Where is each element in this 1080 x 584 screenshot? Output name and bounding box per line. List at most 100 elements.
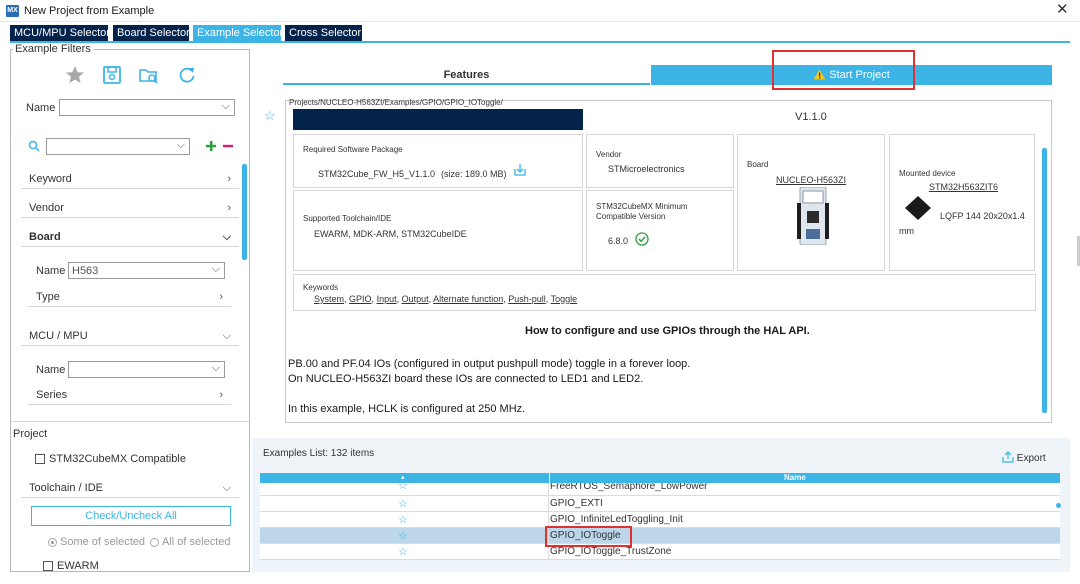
chevron-right-icon: › [227,173,231,185]
board-name-label: Name [36,265,66,277]
title-bar [0,0,1080,22]
all-selected-label: All of selected [162,536,231,548]
highlight-box-row [545,526,632,547]
board-banner [293,109,583,130]
app-logo-icon: MX [6,5,19,17]
favorite-star-icon[interactable] [64,64,86,86]
favorite-star-icon[interactable]: ☆ [398,483,408,492]
example-path: Projects/NUCLEO-H563ZI/Examples/GPIO/GPI… [289,98,503,107]
keyword-link[interactable]: Toggle [551,294,578,304]
filters-scrollbar[interactable] [242,164,247,260]
section-toolchain[interactable]: Toolchain / IDE ⌵ [21,478,239,498]
compatible-checkbox[interactable] [35,454,45,464]
table-row[interactable]: ☆ GPIO_EXTI [260,496,1060,512]
tab-features[interactable]: Features [283,66,650,85]
toolchain-cell: Supported Toolchain/IDE EWARM, MDK-ARM, … [293,190,583,271]
check-circle-icon [635,232,649,246]
description-line-3: In this example, HCLK is configured at 2… [288,403,526,415]
column-divider [549,473,550,483]
search-combobox[interactable]: ⌵ [46,138,190,155]
chevron-down-icon: ⌵ [221,100,230,112]
keyword-link[interactable]: Input [377,294,397,304]
keyword-link[interactable]: Push-pull [508,294,546,304]
version-label: V1.1.0 [795,111,827,123]
all-selected-radio[interactable] [150,538,159,547]
chevron-right-icon: › [227,202,231,214]
table-row[interactable]: ☆ GPIO_IOToggle_TrustZone [260,544,1060,560]
keywords-cell: Keywords System, GPIO, Input, Output, Al… [293,274,1036,311]
board-link[interactable]: NUCLEO-H563ZI [776,175,846,185]
add-filter-icon[interactable] [205,140,217,152]
favorite-star-icon[interactable]: ☆ [398,545,408,558]
chevron-down-icon: ⌵ [222,330,231,342]
table-row-selected[interactable]: ☆ GPIO_IOToggle [260,528,1060,544]
favorite-star-icon[interactable]: ☆ [398,497,408,510]
board-type-row[interactable]: Type › [28,287,231,307]
board-name-combobox[interactable]: H563 ⌵ [68,262,225,279]
open-folder-search-icon[interactable] [138,64,160,86]
tab-board-selector[interactable]: Board Selector [113,25,190,41]
download-icon[interactable] [514,163,526,176]
chevron-down-icon: ⌵ [211,263,220,275]
description-line-2: On NUCLEO-H563ZI board these IOs are con… [288,373,644,385]
min-version-label-1: STM32CubeMX Minimum [596,202,688,211]
list-scroll-indicator[interactable] [1056,503,1061,508]
remove-filter-icon[interactable] [222,140,234,152]
mcu-series-row[interactable]: Series › [28,385,231,405]
section-keyword[interactable]: Keyword › [21,169,239,189]
favorite-star-icon[interactable]: ☆ [264,108,276,124]
ewarm-checkbox[interactable] [43,561,53,571]
example-heading: How to configure and use GPIOs through t… [525,325,810,337]
reset-refresh-icon[interactable] [176,64,198,86]
tab-example-selector[interactable]: Example Selector [193,25,283,41]
save-icon[interactable] [101,64,123,86]
min-version-value: 6.8.0 [608,236,629,246]
project-label: Project [13,428,48,440]
keyword-link[interactable]: System [314,294,344,304]
mounted-device-link[interactable]: STM32H563ZIT6 [929,182,998,192]
vendor-label: Vendor [596,150,622,159]
example-name: GPIO_EXTI [550,498,603,509]
name-column-header[interactable]: Name [784,473,806,483]
example-name: GPIO_InfiniteLedToggling_Init [550,514,683,525]
section-vendor[interactable]: Vendor › [21,198,239,218]
mounted-device-cell: Mounted device STM32H563ZIT6 LQFP 144 20… [889,134,1035,271]
some-selected-radio[interactable] [48,538,57,547]
required-package-value: STM32Cube_FW_H5_V1.1.0 [318,169,436,179]
name-combobox[interactable]: ⌵ [59,99,235,116]
example-filters-legend: Example Filters [13,43,93,55]
tab-underline [10,41,1070,43]
keywords-label: Keywords [303,283,339,292]
favorite-star-icon[interactable]: ☆ [398,529,408,542]
star-column-header[interactable]: ▴ [401,473,405,483]
check-uncheck-all-button[interactable]: Check/Uncheck All [31,506,231,526]
close-icon[interactable]: ✕ [1056,2,1069,18]
required-package-size: (size: 189.0 MB) [441,169,507,179]
section-mcu-mpu[interactable]: MCU / MPU ⌵ [21,326,239,346]
table-row[interactable]: ☆ GPIO_InfiniteLedToggling_Init [260,512,1060,528]
tab-cross-selector[interactable]: Cross Selector [285,25,362,41]
keywords-list: System, GPIO, Input, Output, Alternate f… [314,294,578,304]
examples-count: Examples List: 132 items [263,448,375,459]
table-row[interactable]: ☆ FreeRTOS_Semaphore_LowPower [260,483,1060,496]
divider [11,421,249,422]
chevron-down-icon: ⌵ [176,139,185,151]
favorite-star-icon[interactable]: ☆ [398,513,408,526]
nucleo-board-image [797,187,829,245]
toolchain-label: Supported Toolchain/IDE [303,214,392,223]
detail-scrollbar[interactable] [1042,148,1047,413]
keyword-link[interactable]: GPIO [349,294,372,304]
compatible-label: STM32CubeMX Compatible [49,453,186,465]
ewarm-label: EWARM [57,560,99,572]
keyword-link[interactable]: Output [402,294,429,304]
keyword-link[interactable]: Alternate function [433,294,503,304]
mounted-device-label: Mounted device [899,169,956,178]
mcu-name-combobox[interactable]: ⌵ [68,361,225,378]
package-value: LQFP 144 20x20x1.4 [940,211,1025,221]
export-button[interactable]: Export [1002,451,1046,464]
chevron-down-icon: ⌵ [222,231,231,243]
board-cell: Board NUCLEO-H563ZI [737,134,885,271]
chevron-right-icon: › [219,389,223,401]
section-board[interactable]: Board ⌵ [21,227,239,247]
tab-mcu-selector[interactable]: MCU/MPU Selector [10,25,110,41]
